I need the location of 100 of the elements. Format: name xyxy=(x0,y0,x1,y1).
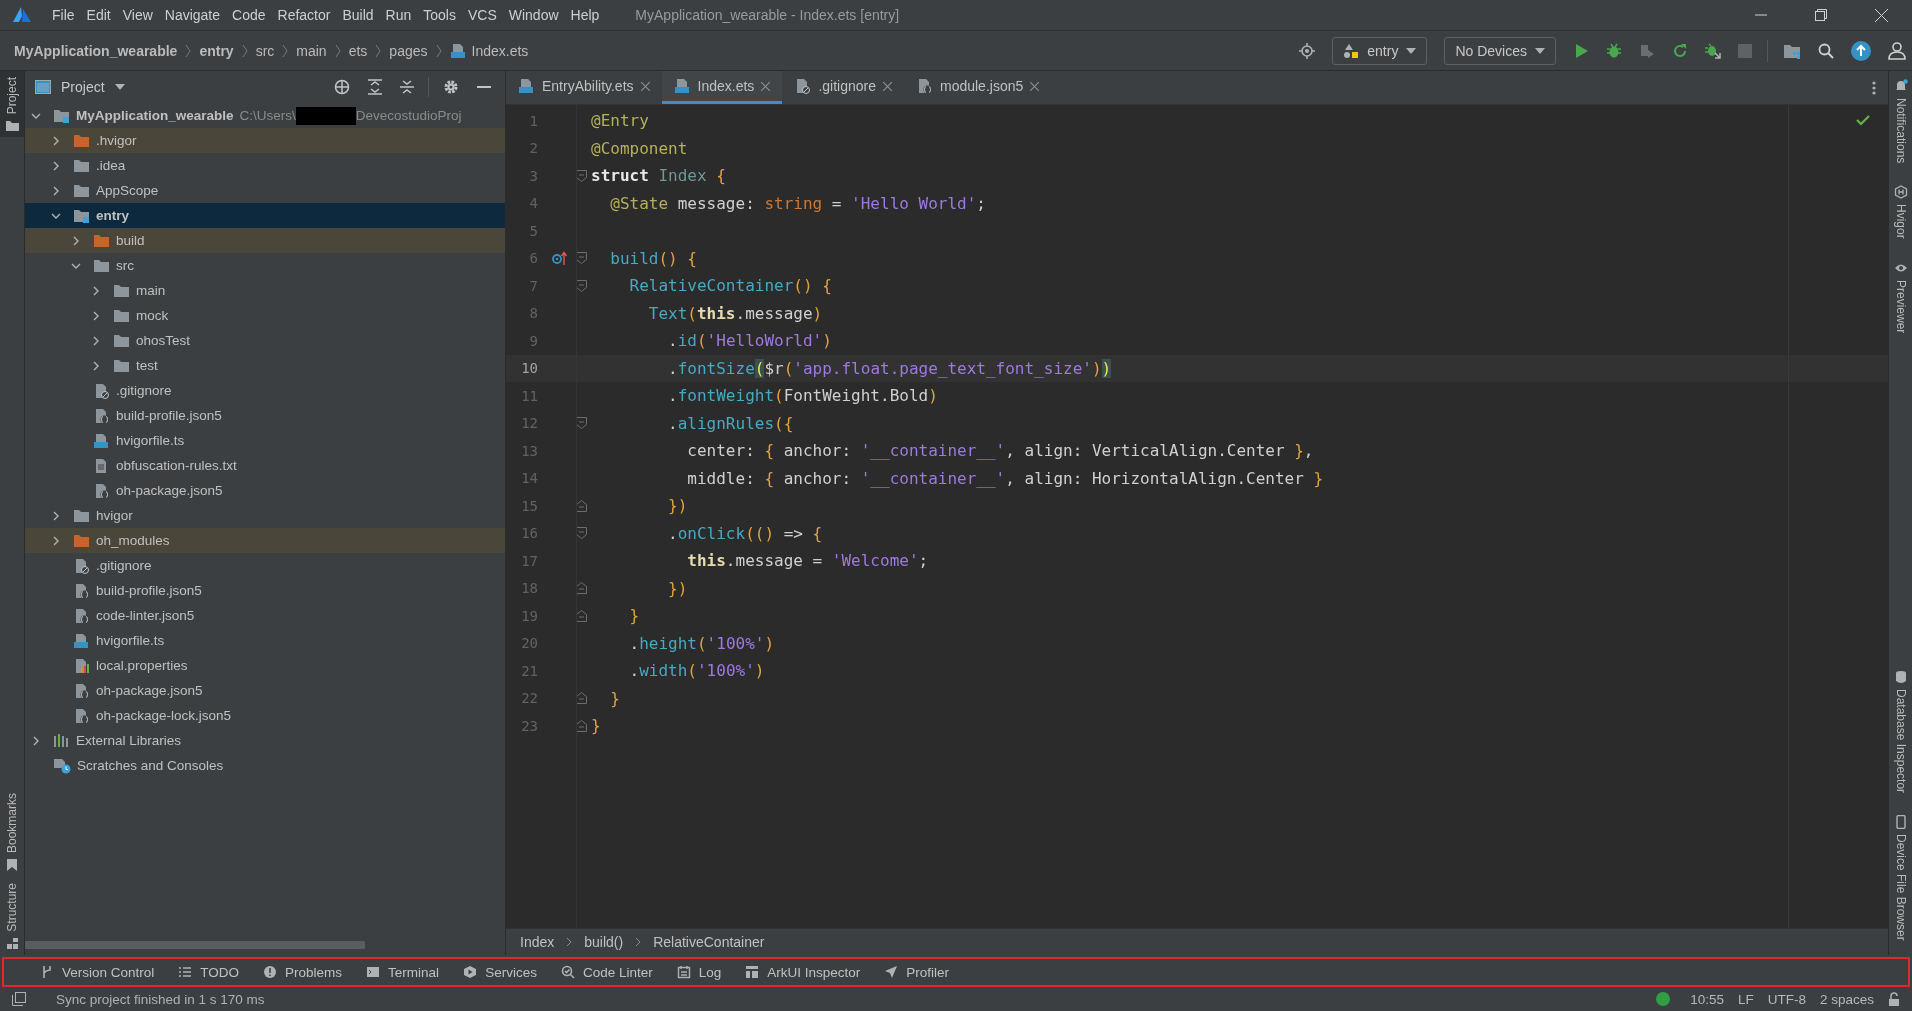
menu-item[interactable]: Window xyxy=(502,7,565,23)
folder-icon[interactable] xyxy=(1783,42,1801,59)
account-icon[interactable] xyxy=(1888,41,1906,60)
tool-window-tab[interactable]: Device File Browser xyxy=(1893,807,1908,955)
run-configuration-dropdown[interactable]: entry xyxy=(1332,36,1428,65)
chevron-icon[interactable] xyxy=(91,360,101,371)
tool-window-button[interactable]: Code Linter xyxy=(560,964,653,980)
tool-window-button[interactable]: Version Control xyxy=(40,964,155,980)
chevron-icon[interactable] xyxy=(91,335,101,346)
fold-icon[interactable] xyxy=(575,527,587,540)
fold-icon[interactable] xyxy=(575,499,587,512)
tree-item[interactable]: MyApplication_wearable C:\Users\ DevecostudioProj xyxy=(25,103,505,128)
tree-item[interactable]: hvigorfile.ts xyxy=(25,628,505,653)
tree-item[interactable]: local.properties xyxy=(25,653,505,678)
editor-tab[interactable]: EntryAbility.ets xyxy=(506,71,662,104)
tree-item[interactable]: hvigor xyxy=(25,503,505,528)
close-icon[interactable] xyxy=(882,81,892,91)
tree-item[interactable]: Scratches and Consoles xyxy=(25,753,505,778)
chevron-icon[interactable] xyxy=(91,285,101,296)
breadcrumb-item[interactable]: RelativeContainer xyxy=(653,934,765,950)
tree-item[interactable]: mock xyxy=(25,303,505,328)
update-icon[interactable] xyxy=(1851,40,1871,61)
more-icon[interactable] xyxy=(1872,80,1876,95)
tool-window-button[interactable]: TODO xyxy=(178,964,240,980)
chevron-icon[interactable] xyxy=(31,735,41,746)
fold-icon[interactable] xyxy=(575,252,587,265)
tool-window-tab[interactable]: Previewer xyxy=(1893,253,1908,348)
tree-item[interactable]: oh-package.json5 xyxy=(25,678,505,703)
editor-tab[interactable]: Index.ets xyxy=(661,71,783,104)
chevron-icon[interactable] xyxy=(71,235,81,246)
tool-window-button[interactable]: ArkUI Inspector xyxy=(745,964,861,980)
bug-icon[interactable] xyxy=(1606,42,1622,59)
line-separator[interactable]: LF xyxy=(1737,991,1754,1007)
close-icon[interactable] xyxy=(761,81,771,91)
menu-item[interactable]: Code xyxy=(226,7,272,23)
chevron-icon[interactable] xyxy=(51,160,61,171)
breadcrumb-item[interactable]: entry xyxy=(199,42,234,59)
tree-item[interactable]: obfuscation-rules.txt xyxy=(25,453,505,478)
menu-item[interactable]: Tools xyxy=(417,7,462,23)
collapse-all-icon[interactable] xyxy=(400,79,414,95)
tree-item[interactable]: oh_modules xyxy=(25,528,505,553)
breadcrumb-item[interactable]: Index xyxy=(520,934,555,950)
tree-item[interactable]: .hvigor xyxy=(25,128,505,153)
tree-item[interactable]: code-linter.json5 xyxy=(25,603,505,628)
fold-icon[interactable] xyxy=(575,169,587,182)
breadcrumb-item[interactable]: Index.ets xyxy=(471,42,529,59)
tool-window-button[interactable]: Services xyxy=(463,964,537,980)
tree-item[interactable]: test xyxy=(25,353,505,378)
tool-window-button[interactable]: Terminal xyxy=(366,964,440,980)
fold-icon[interactable] xyxy=(575,719,587,732)
reload-icon[interactable] xyxy=(1672,42,1688,59)
breadcrumb-item[interactable]: pages xyxy=(389,42,428,59)
close-icon[interactable] xyxy=(640,81,650,91)
editor-tab[interactable]: .gitignore xyxy=(782,71,904,104)
tool-window-button[interactable]: Problems xyxy=(263,964,343,980)
tree-item[interactable]: .idea xyxy=(25,153,505,178)
breadcrumb-item[interactable]: MyApplication_wearable xyxy=(14,42,178,59)
status-indicator-icon[interactable] xyxy=(1656,992,1671,1006)
tree-item[interactable]: build-profile.json5 xyxy=(25,578,505,603)
crosshair-icon[interactable] xyxy=(334,79,350,95)
indent-setting[interactable]: 2 spaces xyxy=(1819,991,1874,1007)
tool-window-tab[interactable]: Bookmarks xyxy=(0,787,24,878)
tree-item[interactable]: .gitignore xyxy=(25,553,505,578)
panel-title[interactable]: Project xyxy=(61,79,105,95)
breadcrumb-item[interactable]: src xyxy=(255,42,275,59)
run-icon[interactable] xyxy=(1573,42,1589,59)
tree-item[interactable]: AppScope xyxy=(25,178,505,203)
menu-item[interactable]: File xyxy=(46,7,81,23)
app-logo-icon[interactable] xyxy=(12,6,32,24)
tree-item[interactable]: oh-package-lock.json5 xyxy=(25,703,505,728)
caret-icon[interactable] xyxy=(114,84,125,90)
fold-icon[interactable] xyxy=(575,692,587,705)
fold-icon[interactable] xyxy=(575,582,587,595)
tool-window-button[interactable]: Log xyxy=(676,964,722,980)
menu-item[interactable]: VCS xyxy=(461,7,503,23)
close-icon[interactable] xyxy=(1875,8,1888,22)
chevron-icon[interactable] xyxy=(91,310,101,321)
tool-window-tab[interactable]: Database Inspector xyxy=(1893,662,1908,808)
restore-icon[interactable] xyxy=(1815,9,1827,21)
tool-window-tab[interactable]: Hvigor xyxy=(1893,177,1908,254)
tree-item[interactable]: entry xyxy=(25,203,505,228)
tool-window-tab[interactable]: Structure xyxy=(0,877,24,955)
search-icon[interactable] xyxy=(1818,42,1834,59)
close-icon[interactable] xyxy=(1030,81,1040,91)
panel-toggle-icon[interactable] xyxy=(12,992,26,1006)
tool-window-tab[interactable]: Project xyxy=(0,71,24,138)
menu-item[interactable]: Refactor xyxy=(271,7,337,23)
expand-all-icon[interactable] xyxy=(368,79,382,95)
menu-item[interactable]: Run xyxy=(379,7,418,23)
tree-item[interactable]: build-profile.json5 xyxy=(25,403,505,428)
tree-item[interactable]: ohosTest xyxy=(25,328,505,353)
fold-icon[interactable] xyxy=(575,279,587,292)
scrollbar[interactable] xyxy=(25,941,365,949)
tree-item[interactable]: src xyxy=(25,253,505,278)
tree-item[interactable]: build xyxy=(25,228,505,253)
chevron-icon[interactable] xyxy=(51,535,61,546)
caret-position[interactable]: 10:55 xyxy=(1690,991,1724,1007)
override-marker-icon[interactable] xyxy=(552,251,568,266)
menu-item[interactable]: View xyxy=(116,7,159,23)
menu-item[interactable]: Navigate xyxy=(158,7,227,23)
